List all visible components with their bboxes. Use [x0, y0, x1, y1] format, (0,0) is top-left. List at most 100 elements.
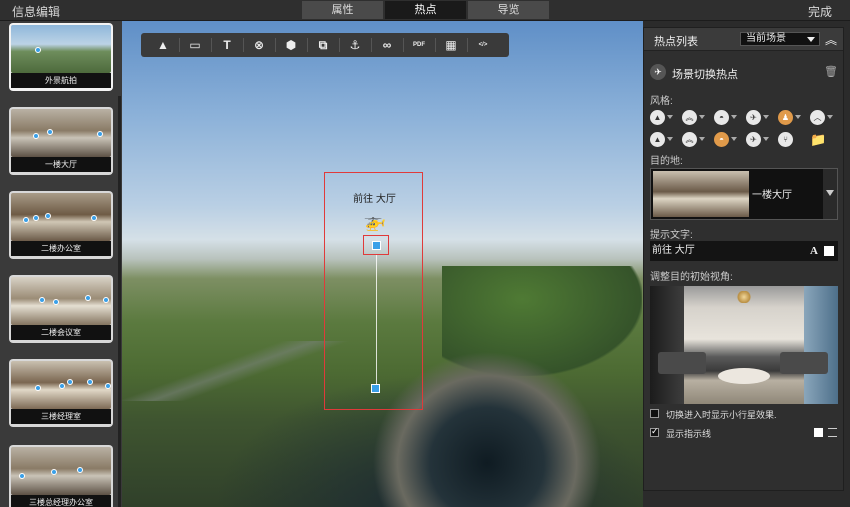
- pdf-icon[interactable]: PDF: [403, 33, 435, 57]
- hotspot-marker: [51, 469, 57, 475]
- hotspot-label: 前往 大厅: [353, 194, 396, 205]
- folder-add-icon[interactable]: 📁: [810, 132, 830, 148]
- style-option[interactable]: ◓: [714, 132, 737, 148]
- scene-label: 二楼会议室: [11, 325, 111, 340]
- tab-hotspots[interactable]: 热点: [385, 1, 466, 19]
- style-option[interactable]: ✈: [746, 132, 769, 148]
- style-option[interactable]: ◓: [714, 110, 737, 126]
- scene-item[interactable]: 二楼会议室: [9, 275, 113, 343]
- hotspot-marker: [35, 47, 41, 53]
- panorama-viewport[interactable]: ▲ ▭ T ⊗ ⬢ ⧉ ⚓ ∞ PDF ▦ </> 前往 大厅 🚁: [122, 21, 643, 507]
- guideline-label: 显示指示线: [666, 429, 712, 439]
- selected-hotspot[interactable]: 前往 大厅 🚁: [324, 172, 423, 410]
- hotspot-marker: [91, 215, 97, 221]
- planet-effect-label: 切换进入时显示小行星效果.: [666, 410, 777, 420]
- link-icon[interactable]: ∞: [371, 33, 403, 57]
- preview-window: [804, 286, 838, 404]
- tab-properties[interactable]: 属性: [302, 1, 383, 19]
- chevron-down-icon: [827, 115, 833, 119]
- guide-line: [376, 255, 377, 385]
- scene-label: 二楼办公室: [11, 241, 111, 256]
- scene-thumbnail: [11, 447, 111, 495]
- scene-thumbnail: [11, 25, 111, 73]
- target-icon[interactable]: ⊗: [243, 33, 275, 57]
- hotspot-section: ✈ 场景切换热点 🗑: [650, 64, 838, 82]
- scene-label: 一楼大厅: [11, 157, 111, 172]
- scene-item[interactable]: 三楼总经理办公室: [9, 445, 113, 507]
- scene-filter-select[interactable]: 当前场景: [740, 32, 820, 46]
- style-dome-icon: ◓: [714, 132, 729, 147]
- line-style-icon[interactable]: [828, 428, 837, 437]
- chevron-down-icon: [763, 137, 769, 141]
- image-icon[interactable]: ▭: [179, 33, 211, 57]
- style-option[interactable]: ✈: [746, 110, 769, 126]
- scene-thumbnail: [11, 193, 111, 241]
- destination-label: 目的地:: [650, 156, 683, 167]
- planet-effect-row[interactable]: 切换进入时显示小行星效果.: [650, 408, 838, 420]
- style-double-arrow-icon: ︽: [682, 132, 697, 147]
- hotspot-anchor[interactable]: [363, 235, 389, 255]
- grid-icon[interactable]: ▦: [435, 33, 467, 57]
- preview-chandelier: [736, 291, 752, 303]
- chevron-down-icon: [699, 115, 705, 119]
- style-option[interactable]: ♟: [778, 110, 801, 126]
- scene-list-scrollbar[interactable]: [118, 96, 121, 507]
- style-option[interactable]: ⑂: [778, 132, 801, 148]
- style-label: 风格:: [650, 96, 673, 107]
- preview-wall: [650, 286, 684, 404]
- top-bar: 信息编辑 属性 热点 导览 完成: [0, 0, 850, 21]
- text-icon[interactable]: T: [211, 33, 243, 57]
- scene-item[interactable]: 外景航拍: [9, 23, 113, 91]
- style-option[interactable]: ︿: [810, 110, 833, 126]
- hotspot-marker: [39, 297, 45, 303]
- hotspot-marker: [105, 383, 111, 389]
- helicopter-icon: ✈: [650, 64, 666, 80]
- destination-value: 一楼大厅: [752, 190, 792, 201]
- app-title: 信息编辑: [12, 5, 61, 19]
- scene-item[interactable]: 三楼经理室: [9, 359, 113, 427]
- hotspot-marker: [77, 467, 83, 473]
- style-dome-icon: ◓: [714, 110, 729, 125]
- style-option[interactable]: ︽: [682, 132, 705, 148]
- chevron-down-icon[interactable]: [823, 169, 837, 219]
- style-option[interactable]: ︽: [682, 110, 705, 126]
- planet-effect-checkbox[interactable]: [650, 409, 659, 418]
- layers-icon[interactable]: ⧉: [307, 33, 339, 57]
- collapse-icon[interactable]: ︽: [825, 31, 837, 48]
- guideline-color-swatch[interactable]: [814, 428, 823, 437]
- hotspot-marker: [35, 385, 41, 391]
- scene-thumbnail: [11, 277, 111, 325]
- hotspot-marker: [19, 473, 25, 479]
- chevron-down-icon: [807, 37, 815, 42]
- view-angle-preview[interactable]: [650, 286, 838, 404]
- scene-label: 外景航拍: [11, 73, 111, 88]
- chevron-down-icon: [667, 137, 673, 141]
- cube-icon[interactable]: ⬢: [275, 33, 307, 57]
- hotspot-marker: [103, 297, 109, 303]
- done-button[interactable]: 完成: [808, 3, 832, 20]
- trash-icon[interactable]: 🗑: [824, 65, 838, 78]
- scene-item[interactable]: 二楼办公室: [9, 191, 113, 259]
- text-color-swatch[interactable]: [824, 246, 834, 256]
- scene-item[interactable]: 一楼大厅: [9, 107, 113, 175]
- guideline-row[interactable]: 显示指示线: [650, 426, 800, 439]
- style-helicopter-icon: ✈: [746, 110, 761, 125]
- tip-label: 提示文字:: [650, 230, 693, 241]
- font-icon[interactable]: A: [810, 241, 818, 261]
- tip-text-input[interactable]: 前往 大厅 A: [650, 241, 838, 261]
- anchor-icon[interactable]: ⚓: [339, 33, 371, 57]
- tab-tour[interactable]: 导览: [468, 1, 549, 19]
- style-option[interactable]: ▲: [650, 110, 673, 126]
- style-option[interactable]: ▲: [650, 132, 673, 148]
- style-route-icon: ⑂: [778, 132, 793, 147]
- hotspot-marker: [67, 379, 73, 385]
- tree-icon[interactable]: ▲: [147, 33, 179, 57]
- hotspot-marker: [47, 129, 53, 135]
- destination-select[interactable]: 一楼大厅: [650, 168, 838, 220]
- code-icon[interactable]: </>: [467, 33, 499, 57]
- chevron-down-icon: [699, 137, 705, 141]
- guide-line-handle[interactable]: [371, 384, 380, 393]
- guideline-checkbox[interactable]: [650, 426, 659, 437]
- helicopter-icon[interactable]: 🚁: [363, 212, 387, 230]
- anchor-handle[interactable]: [372, 241, 381, 250]
